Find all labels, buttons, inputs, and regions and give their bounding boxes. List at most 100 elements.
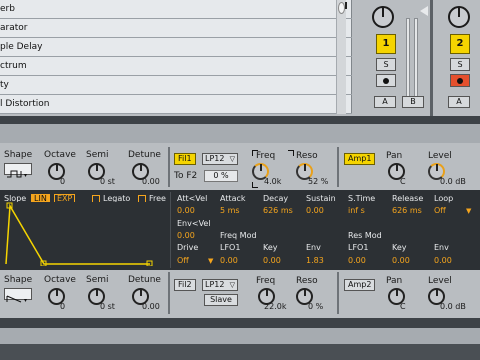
env-env-label: Env [306,243,321,252]
volume-slider-handle[interactable] [420,6,428,16]
mixer: 1 S A B 2 S A [354,0,480,116]
env-res-mod-label: Res Mod [348,231,382,240]
amp2-pan-label: Pan [386,276,403,286]
saw-wave-icon: ▾ [6,295,27,304]
env-att-vel-label: Att<Vel [177,194,208,203]
amp2-button[interactable]: Amp2 [344,279,376,291]
fil2-freq-label: Freq [256,276,276,286]
section-divider [337,147,339,187]
browser-item[interactable]: erb [0,0,352,19]
fil2-slave-button[interactable]: Slave [204,294,238,306]
env-release-label: Release [392,194,424,203]
env-release-value[interactable]: 626 ms [392,206,422,215]
fil2-freq-value: 22.0k [264,302,287,311]
browser-item[interactable]: ple Delay [0,38,352,57]
env-drive-value[interactable]: Off [177,256,189,265]
env-res-lfo1-label: LFO1 [348,243,369,252]
env-lfo1-value[interactable]: 0.00 [220,256,238,265]
track2-activator-button[interactable]: 2 [450,34,470,54]
env-sustain-value[interactable]: 0.00 [306,206,324,215]
track1-arm-button[interactable] [376,74,396,87]
fil2-reso-label: Reso [296,276,318,286]
env-freq-mod-label: Freq Mod [220,231,257,240]
browser-item[interactable]: ctrum [0,57,352,76]
env-env-vel-label: Env<Vel [177,219,211,228]
chevron-down-icon[interactable]: ▼ [208,257,213,265]
env-loop-label: Loop [434,194,454,203]
fil1-reso-label: Reso [296,151,318,161]
env-env-vel-value[interactable]: 0.00 [177,231,195,240]
track2-crossfade-a[interactable]: A [448,96,470,108]
scrollbar-thumb[interactable] [338,2,347,14]
amp1-button[interactable]: Amp1 [344,153,376,165]
osc1-octave-value: 0 [60,177,66,186]
osc2-detune-value: 0.00 [142,302,160,311]
osc2-shape-selector[interactable]: ▾ [4,288,32,304]
env-lfo1-label: LFO1 [220,243,241,252]
track1-crossfade-b[interactable]: B [402,96,424,108]
osc2-octave-label: Octave [44,275,76,285]
browser-scrollbar[interactable] [336,0,347,114]
fil1-freq-value: 4.0k [264,177,282,186]
track-divider [430,0,433,116]
env-attack-value[interactable]: 5 ms [220,206,240,215]
env-loop-value[interactable]: Off [434,206,446,215]
osc1-shape-selector[interactable]: ▾ [4,163,32,179]
track1-crossfade-a[interactable]: A [374,96,396,108]
fil2-type-dropdown[interactable]: LP12 ▽ [202,279,238,291]
record-icon [383,78,389,84]
env-decay-value[interactable]: 626 ms [263,206,293,215]
amp1-pan-value: C [400,177,406,186]
fil1-reso-value: 52 % [308,177,329,186]
fil2-button[interactable]: Fil2 [174,279,196,291]
fil1-button[interactable]: Fil1 [174,153,196,165]
osc1-shape-label: Shape [4,150,33,160]
env-res-key-value[interactable]: 0.00 [392,256,410,265]
record-icon [457,78,463,84]
svg-text:▾: ▾ [24,297,27,304]
amp2-level-label: Level [428,276,452,286]
browser-item[interactable]: arator [0,19,352,38]
env-key-label: Key [263,243,278,252]
env-decay-label: Decay [263,194,289,203]
env-att-vel-value[interactable]: 0.00 [177,206,195,215]
chevron-down-icon[interactable]: ▼ [466,207,471,215]
osc1-detune-label: Detune [128,150,161,160]
track2-arm-button[interactable] [450,74,470,87]
osc1-semi-value: 0 st [100,177,115,186]
section-divider [337,272,339,314]
track1-activator-button[interactable]: 1 [376,34,396,54]
fil1-to-f2-label: To F2 [174,171,198,181]
amp1-level-label: Level [428,151,452,161]
fil1-to-f2-field[interactable]: 0 % [204,170,238,182]
mod-bracket [288,150,294,156]
amp1-pan-label: Pan [386,151,403,161]
env-env-value[interactable]: 1.83 [306,256,324,265]
fil2-type-value: LP12 [205,280,225,289]
osc2-detune-label: Detune [128,275,161,285]
env-stime-value[interactable]: inf s [348,206,365,215]
env-res-lfo1-value[interactable]: 0.00 [348,256,366,265]
env-key-value[interactable]: 0.00 [263,256,281,265]
env-attack-label: Attack [220,194,246,203]
fil1-type-value: LP12 [205,154,225,163]
track2-pan-dial[interactable] [448,6,470,28]
osc2-octave-value: 0 [60,302,66,311]
track1-meter [414,18,418,100]
amp2-level-value: 0.0 dB [440,302,466,311]
track2-solo-button[interactable]: S [450,58,470,71]
osc2-shape-label: Shape [4,275,33,285]
env-res-env-label: Env [434,243,449,252]
fil1-freq-label: Freq [256,151,276,161]
track1-solo-button[interactable]: S [376,58,396,71]
fil1-type-dropdown[interactable]: LP12 ▽ [202,153,238,165]
chevron-down-icon: ▽ [229,155,235,163]
browser-item[interactable]: ty [0,76,352,95]
divider-bar [0,318,480,328]
browser-item[interactable]: l Distortion [0,95,352,114]
browser-list: erb arator ple Delay ctrum ty l Distorti… [0,0,352,114]
env-divider [170,192,171,268]
track1-pan-dial[interactable] [372,6,394,28]
envelope-graph[interactable] [4,202,164,266]
env-res-env-value[interactable]: 0.00 [434,256,452,265]
